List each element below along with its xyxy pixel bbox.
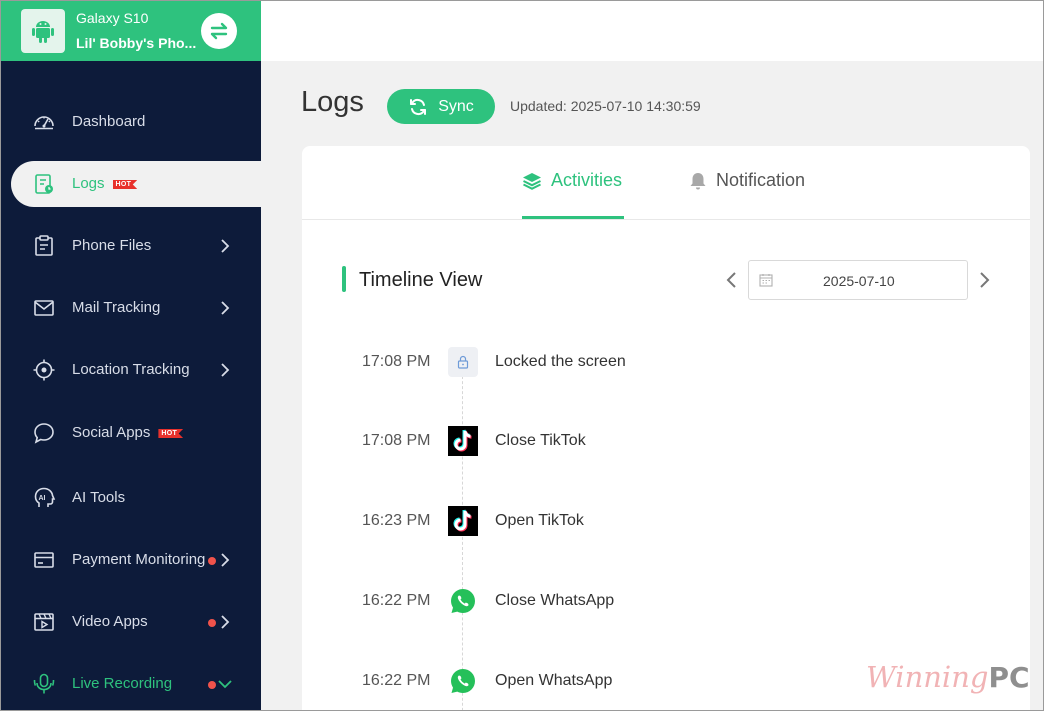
- sidebar-item-label: Dashboard: [72, 113, 146, 130]
- sidebar-item-label: Mail Tracking: [72, 299, 161, 316]
- sidebar-item-label: Logs: [72, 175, 105, 192]
- sidebar: Galaxy S10 Lil' Bobby's Pho... Dashboard…: [1, 1, 261, 710]
- event-time: 17:08 PM: [362, 353, 431, 370]
- timeline-title: Timeline View: [359, 269, 483, 291]
- event-description: Locked the screen: [495, 353, 626, 370]
- new-dot: [208, 557, 216, 565]
- previous-date-button[interactable]: [722, 270, 742, 290]
- logs-card: Activities Notification Timeline View 20…: [302, 146, 1030, 711]
- sidebar-item-label: AI Tools: [72, 489, 126, 506]
- tab-activities[interactable]: Activities: [522, 170, 622, 191]
- sidebar-item-social-apps[interactable]: Social Apps HOT: [1, 410, 261, 456]
- sidebar-item-mail-tracking[interactable]: Mail Tracking: [1, 285, 261, 331]
- sidebar-item-logs[interactable]: Logs HOT: [11, 161, 261, 207]
- microphone-icon: [33, 673, 55, 694]
- ai-head-icon: AI: [34, 487, 56, 507]
- new-dot: [208, 681, 216, 689]
- event-time: 16:23 PM: [362, 512, 431, 529]
- tab-notification[interactable]: Notification: [689, 170, 805, 191]
- sidebar-item-label: Location Tracking: [72, 361, 190, 378]
- updated-timestamp: Updated: 2025-07-10 14:30:59: [510, 98, 701, 114]
- hot-badge: HOT: [158, 429, 184, 438]
- chevron-right-icon: [221, 301, 230, 315]
- svg-text:AI: AI: [39, 495, 46, 502]
- sidebar-item-label: Social Apps: [72, 424, 151, 441]
- event-time: 17:08 PM: [362, 432, 431, 449]
- next-date-button[interactable]: [974, 270, 994, 290]
- location-target-icon: [33, 359, 55, 381]
- sidebar-item-label: Payment Monitoring: [72, 551, 206, 568]
- gauge-icon: [34, 116, 54, 130]
- sidebar-item-payment-monitoring[interactable]: Payment Monitoring: [1, 537, 261, 583]
- watermark-text-pc: PC: [988, 661, 1030, 694]
- timeline-event: 16:23 PM Open TikTok: [302, 506, 1030, 536]
- sidebar-item-phone-files[interactable]: Phone Files: [1, 223, 261, 269]
- tab-label: Activities: [551, 170, 623, 190]
- date-picker[interactable]: 2025-07-10: [748, 260, 968, 300]
- timeline-event: 17:08 PM Locked the screen: [302, 347, 1030, 377]
- lock-icon: [448, 347, 478, 377]
- sync-icon: [410, 98, 427, 115]
- watermark-text: Winning: [866, 660, 989, 694]
- active-tab-indicator: [522, 216, 624, 219]
- event-description: Close WhatsApp: [495, 592, 615, 609]
- calendar-icon: [759, 274, 773, 287]
- layers-icon: [523, 172, 541, 190]
- event-time: 16:22 PM: [362, 592, 431, 609]
- sidebar-item-label: Phone Files: [72, 237, 152, 254]
- chevron-right-icon: [221, 239, 230, 253]
- sidebar-item-video-apps[interactable]: Video Apps: [1, 599, 261, 645]
- card-icon: [34, 552, 54, 568]
- chevron-right-icon: [221, 363, 230, 377]
- device-header: Galaxy S10 Lil' Bobby's Pho...: [1, 1, 261, 61]
- sidebar-item-live-recording[interactable]: Live Recording: [1, 661, 261, 707]
- timeline-event: 16:22 PM Close WhatsApp: [302, 586, 1030, 616]
- watermark: WinningPC: [866, 660, 1030, 694]
- whatsapp-icon: [448, 586, 478, 616]
- chevron-down-icon: [218, 680, 232, 689]
- section-accent-bar: [342, 266, 346, 292]
- sidebar-item-label: Live Recording: [72, 675, 173, 692]
- page-title: Logs: [301, 86, 364, 118]
- tiktok-icon: [448, 506, 478, 536]
- video-icon: [34, 613, 54, 631]
- tab-bar: Activities Notification: [302, 146, 1030, 220]
- swap-arrows-icon: [210, 22, 228, 40]
- hot-badge: HOT: [112, 180, 138, 189]
- event-time: 16:22 PM: [362, 672, 431, 689]
- whatsapp-icon: [448, 666, 478, 696]
- bell-icon: [690, 172, 706, 189]
- log-file-icon: [35, 174, 53, 194]
- tab-label: Notification: [716, 170, 806, 190]
- mail-icon: [34, 300, 54, 316]
- sidebar-item-label: Video Apps: [72, 613, 148, 630]
- device-name: Lil' Bobby's Pho...: [76, 35, 197, 51]
- selected-date: 2025-07-10: [823, 273, 895, 289]
- switch-device-button[interactable]: [201, 13, 237, 49]
- new-dot: [208, 619, 216, 627]
- chevron-right-icon: [221, 553, 230, 567]
- event-description: Close TikTok: [495, 432, 586, 449]
- sync-label: Sync: [438, 97, 474, 115]
- timeline-connector: [462, 366, 463, 711]
- event-description: Open WhatsApp: [495, 672, 613, 689]
- android-icon: [21, 9, 65, 53]
- sidebar-item-dashboard[interactable]: Dashboard: [1, 99, 261, 145]
- top-bar: [261, 1, 1043, 61]
- sync-button[interactable]: Sync: [387, 89, 495, 124]
- tiktok-icon: [448, 426, 478, 456]
- sidebar-item-location-tracking[interactable]: Location Tracking: [1, 347, 261, 393]
- chevron-right-icon: [221, 615, 230, 629]
- clipboard-icon: [35, 235, 53, 256]
- timeline-event: 17:08 PM Close TikTok: [302, 426, 1030, 456]
- chat-bubble-icon: [34, 423, 54, 444]
- device-model: Galaxy S10: [76, 10, 149, 26]
- sidebar-item-ai-tools[interactable]: AI AI Tools: [1, 475, 261, 521]
- event-description: Open TikTok: [495, 512, 584, 529]
